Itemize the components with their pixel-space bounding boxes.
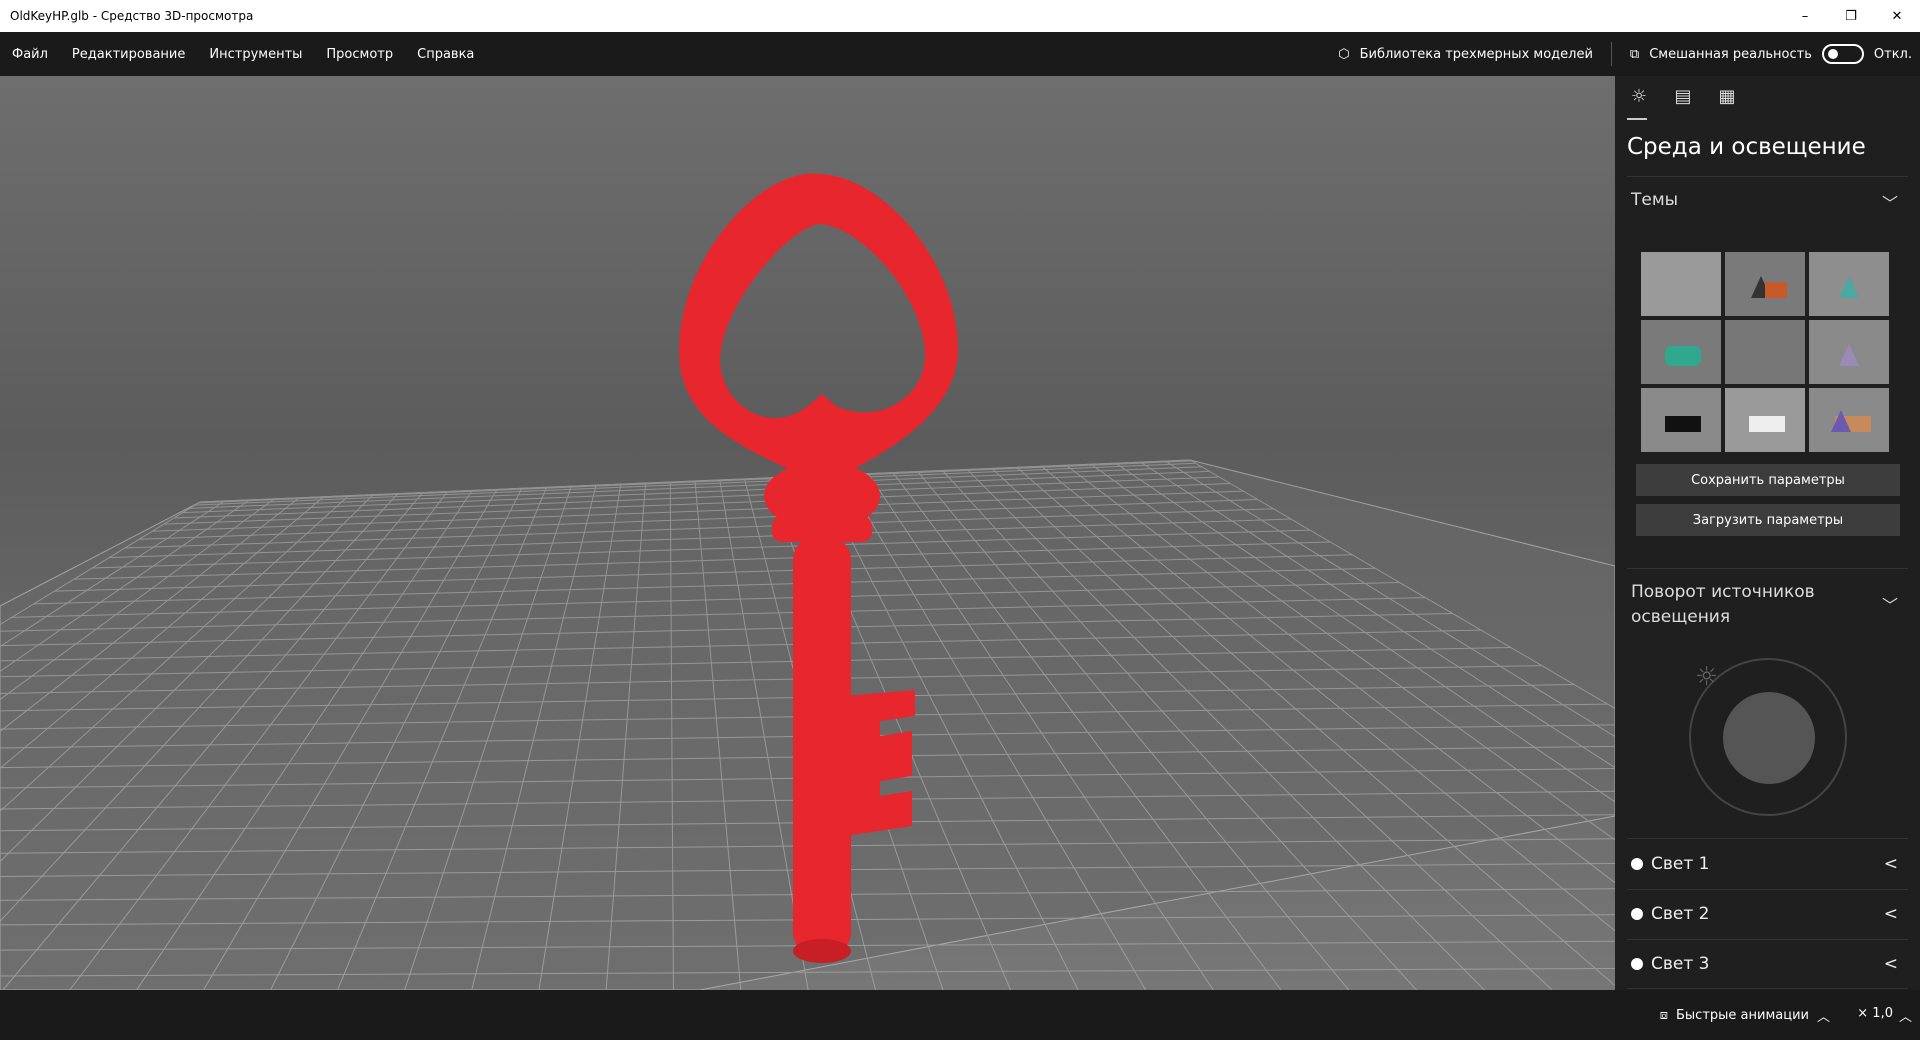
- speed-label: × 1,0: [1857, 1006, 1893, 1021]
- theme-thumbnail[interactable]: [1641, 320, 1721, 384]
- mixed-reality-toggle[interactable]: [1821, 44, 1864, 64]
- theme-thumbnail[interactable]: [1641, 252, 1721, 316]
- divider: [1610, 42, 1612, 66]
- theme-thumbnail[interactable]: [1809, 320, 1889, 384]
- light-3-color[interactable]: [1631, 958, 1643, 970]
- chevron-up-icon: ︿: [1816, 1010, 1830, 1025]
- menu-view[interactable]: Просмотр: [314, 47, 405, 62]
- light-2-row[interactable]: Свет 2 <: [1631, 889, 1904, 939]
- title-bar: OldKeyHP.glb - Средство 3D-просмотра – ❐…: [0, 0, 1920, 32]
- theme-grid: [1641, 252, 1889, 452]
- chevron-left-icon[interactable]: <: [1884, 854, 1898, 874]
- menu-help[interactable]: Справка: [405, 47, 486, 62]
- minimize-button[interactable]: –: [1782, 0, 1828, 32]
- divider: [1627, 568, 1908, 569]
- light-sphere[interactable]: [1723, 692, 1815, 784]
- chevron-up-icon: ︿: [1898, 1010, 1912, 1025]
- maximize-button[interactable]: ❐: [1828, 0, 1874, 32]
- animations-label: Быстрые анимации: [1676, 1008, 1809, 1023]
- window-title: OldKeyHP.glb - Средство 3D-просмотра: [10, 9, 254, 23]
- stats-tab-icon[interactable]: ▤: [1671, 86, 1695, 110]
- theme-thumbnail[interactable]: [1725, 252, 1805, 316]
- light-rotation-header[interactable]: Поворот источников освещения: [1631, 580, 1904, 630]
- toggle-state: Откл.: [1873, 46, 1912, 62]
- mixed-reality-icon: ⧉: [1629, 46, 1640, 62]
- animations-button[interactable]: ⧈ Быстрые анимации ︿: [1660, 1006, 1830, 1025]
- divider: [1627, 176, 1908, 177]
- side-panel: ☼ ▤ ▦ Среда и освещение Темы ﹀ Сохранить…: [1615, 76, 1920, 990]
- grid-tab-icon[interactable]: ▦: [1715, 86, 1739, 110]
- light-rotation-label: Поворот источников: [1631, 582, 1815, 602]
- light-2-color[interactable]: [1631, 908, 1643, 920]
- animation-icon: ⧈: [1659, 1008, 1668, 1023]
- bottom-bar: ⧈ Быстрые анимации ︿ × 1,0 ︿: [0, 990, 1920, 1040]
- theme-thumbnail[interactable]: [1641, 388, 1721, 452]
- light-3-row[interactable]: Свет 3 <: [1631, 939, 1904, 989]
- chevron-left-icon[interactable]: <: [1884, 904, 1898, 924]
- save-settings-button[interactable]: Сохранить параметры: [1636, 464, 1900, 496]
- scene: [0, 173, 1615, 990]
- theme-thumbnail[interactable]: [1809, 252, 1889, 316]
- theme-thumbnail[interactable]: [1725, 388, 1805, 452]
- divider: [1627, 988, 1908, 989]
- menu-bar: Файл Редактирование Инструменты Просмотр…: [0, 32, 1920, 76]
- panel-title: Среда и освещение: [1627, 134, 1866, 160]
- sun-icon[interactable]: ☼: [1695, 662, 1718, 692]
- menu-edit[interactable]: Редактирование: [60, 47, 197, 62]
- cube-library-icon: ⬡: [1338, 46, 1350, 62]
- menu-tools[interactable]: Инструменты: [197, 47, 314, 62]
- speed-button[interactable]: × 1,0 ︿: [1857, 1006, 1912, 1025]
- light-1-color[interactable]: [1631, 858, 1643, 870]
- 3d-viewport[interactable]: [0, 76, 1615, 990]
- light-1-label: Свет 1: [1651, 854, 1710, 874]
- light-2-label: Свет 2: [1651, 904, 1710, 924]
- mixed-reality-label: Смешанная реальность: [1649, 46, 1812, 62]
- light-rotation-label: освещения: [1631, 607, 1731, 627]
- environment-tab-icon[interactable]: ☼: [1627, 86, 1651, 110]
- chevron-left-icon[interactable]: <: [1884, 954, 1898, 974]
- chevron-down-icon[interactable]: ﹀: [1882, 592, 1898, 616]
- library-button[interactable]: Библиотека трехмерных моделей: [1360, 47, 1593, 62]
- theme-thumbnail[interactable]: [1809, 388, 1889, 452]
- themes-header[interactable]: Темы: [1631, 190, 1904, 210]
- active-tab-indicator: [1627, 118, 1647, 120]
- chevron-down-icon[interactable]: ﹀: [1882, 190, 1898, 214]
- close-button[interactable]: ✕: [1874, 0, 1920, 32]
- light-3-label: Свет 3: [1651, 954, 1710, 974]
- light-1-row[interactable]: Свет 1 <: [1631, 839, 1904, 889]
- load-settings-button[interactable]: Загрузить параметры: [1636, 504, 1900, 536]
- menu-file[interactable]: Файл: [0, 47, 60, 62]
- theme-thumbnail[interactable]: [1725, 320, 1805, 384]
